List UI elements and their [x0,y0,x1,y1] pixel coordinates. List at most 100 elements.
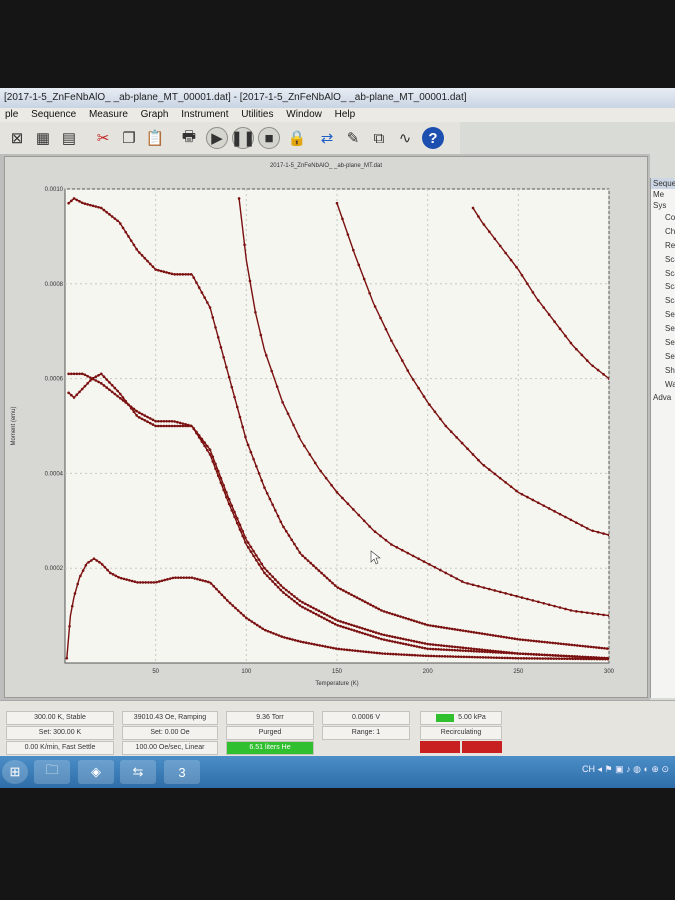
data-point [422,395,426,398]
x-tick-label: 50 [152,669,159,675]
graph-window[interactable]: 2017-1-5_ZnFeNbAlO_ _ab-plane_MT.dat 50 1… [4,156,648,698]
data-point [352,248,355,252]
sidebar-item[interactable]: Sea [651,308,675,322]
data-point [416,654,419,657]
data-point [578,644,582,648]
data-point [558,327,562,331]
data-grid-icon[interactable]: ▤ [58,127,80,149]
data-point [282,586,285,590]
data-point [220,593,224,597]
instrument-icon[interactable]: ⧉ [368,127,390,149]
data-point [596,612,600,616]
data-point [439,648,443,651]
menu-utilities[interactable]: Utilities [236,108,278,122]
system-tray[interactable]: CH ◂ ⚑ ▣ ♪ ◍ ◐ ⊕ ⊙ [582,764,669,775]
data-point [148,417,152,420]
sidebar-group-measure[interactable]: Me [651,189,675,200]
print-icon[interactable]: 🖶 [178,127,200,149]
data-point [469,630,473,634]
data-point [429,647,432,651]
data-point [323,612,326,616]
data-point [434,625,438,628]
refresh-icon[interactable]: ⇄ [316,127,338,149]
network-icon[interactable]: ◈ [78,760,114,784]
data-point [434,643,438,647]
data-point [564,334,567,338]
sidebar-item[interactable]: Re [651,239,675,253]
sidebar-item[interactable]: Ch [651,225,675,239]
table-icon[interactable]: ▦ [32,127,54,149]
edit-icon[interactable]: ✎ [342,127,364,149]
sidebar-item[interactable]: Set [651,336,675,350]
data-point [423,646,427,650]
sidebar-group-system[interactable]: Sys [651,200,675,211]
data-point [190,576,194,579]
data-point [261,627,264,630]
sidebar-item[interactable]: Wai [651,378,675,392]
help-icon[interactable]: ? [422,127,444,149]
graph-icon[interactable]: ⊠ [6,127,28,149]
data-point [249,450,253,454]
menu-instrument[interactable]: Instrument [176,108,233,122]
data-point [494,649,497,653]
data-point [86,382,89,385]
lock-icon[interactable]: 🔒 [286,127,308,149]
menu-sequence[interactable]: Sequence [26,108,81,122]
start-icon[interactable]: ⊞ [2,760,28,784]
data-point [181,273,185,276]
app-icon[interactable]: 3 [164,760,200,784]
data-point [391,640,394,643]
data-point [78,372,81,376]
data-point [542,601,546,605]
data-point [287,590,291,594]
data-point [159,269,163,273]
sidebar-item[interactable]: Shu [651,364,675,378]
sidebar-item[interactable]: Sca [651,267,675,281]
menu-file[interactable]: ple [0,108,23,122]
data-point [173,420,177,423]
sidebar-item[interactable]: Set [651,322,675,336]
data-point [482,586,486,589]
sidebar-item[interactable]: Set [651,350,675,364]
data-point [439,625,443,629]
data-point [422,560,426,563]
data-point [453,628,457,631]
cut-icon[interactable]: ✂ [92,127,114,149]
data-point [412,644,416,648]
data-point [234,606,237,610]
sidebar-group-advanced[interactable]: Adva [651,392,675,403]
data-point [585,527,589,530]
teamviewer-icon[interactable]: ⇆ [120,760,156,784]
stop-icon[interactable]: ■ [258,127,280,149]
menu-window[interactable]: Window [281,108,327,122]
data-point [385,610,389,614]
copy-icon[interactable]: ❐ [118,127,140,149]
paste-icon[interactable]: 📋 [144,127,166,149]
sidebar-item[interactable]: Co [651,211,675,225]
menu-help[interactable]: Help [330,108,361,122]
data-point [279,583,283,587]
data-point [511,656,515,660]
mt-plot[interactable]: 50 100 150 200 250 300 0.0002 0.0004 0.0006 0.000… [5,157,647,697]
data-point [208,448,212,452]
sidebar-item[interactable]: Sca [651,280,675,294]
data-point [244,435,247,439]
menu-measure[interactable]: Measure [84,108,133,122]
data-point [466,582,469,585]
sidebar-item[interactable]: Sca [651,294,675,308]
data-point [461,629,465,632]
data-point [424,654,428,658]
data-point [140,417,144,421]
pause-icon[interactable]: ❚❚ [230,127,256,149]
folder-icon[interactable]: 🗀 [34,760,70,784]
wave-icon[interactable]: ∿ [394,127,416,149]
play-icon[interactable]: ▶ [206,127,228,149]
data-point [255,558,258,562]
sidebar-item[interactable]: Sca [651,253,675,267]
data-point [379,534,382,538]
menu-graph[interactable]: Graph [136,108,174,122]
data-point [483,648,487,652]
data-point [321,644,324,648]
data-point [323,617,326,620]
data-point [367,650,371,654]
